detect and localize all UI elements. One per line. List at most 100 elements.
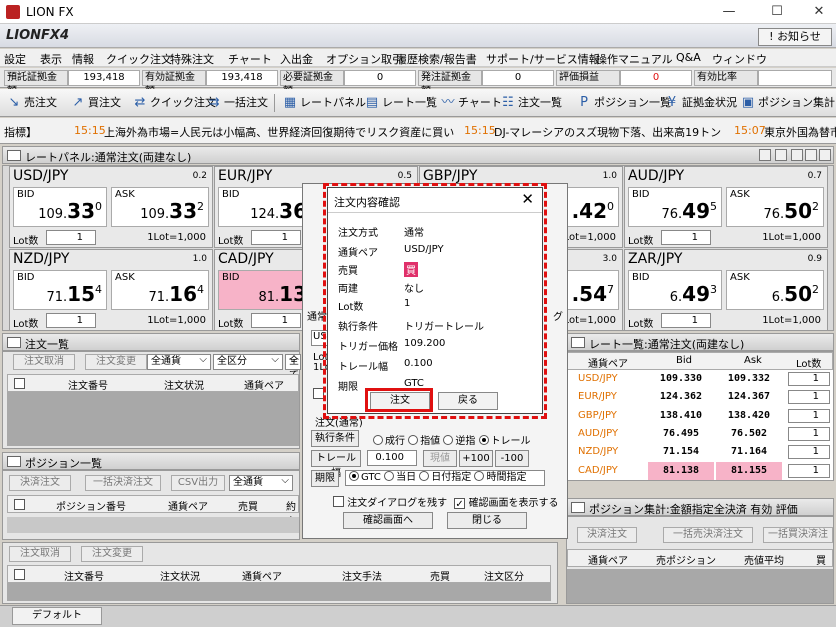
bid-sell-button[interactable]: BID 81.13 [218, 270, 312, 310]
to-confirm-button[interactable]: 確認画面へ [343, 512, 433, 529]
ask-cell[interactable]: 76.502 [716, 424, 782, 443]
col-header[interactable]: 注文番号 [64, 568, 104, 583]
link-icon[interactable] [775, 149, 787, 161]
menu-item[interactable]: 履歴検索/報告書 [396, 51, 477, 67]
lot-input[interactable]: 1 [788, 463, 830, 478]
order-change-button[interactable]: 注文変更 [81, 546, 143, 562]
ticker-headline[interactable]: DJ-マレーシアのスズ現物下落、出来高19トン [494, 124, 721, 140]
col-header[interactable]: 注文手法 [342, 568, 382, 583]
rate-panel-button[interactable]: ▦ レートパネル [282, 95, 366, 111]
col-header[interactable]: Bid [676, 355, 692, 366]
menu-item[interactable]: 情報 [72, 51, 94, 67]
trail-width-input[interactable]: 0.100 [367, 450, 417, 466]
buy-order-button[interactable]: ↗ 買注文 [70, 95, 121, 111]
bid-sell-button[interactable]: BID 6.493 [628, 270, 722, 310]
position-list-button[interactable]: P ポジション一覧 [576, 95, 671, 111]
menu-item[interactable]: ウィンドウ [712, 51, 767, 67]
lot-input[interactable]: 1 [251, 230, 301, 245]
stop-radio[interactable]: 逆指 [443, 435, 475, 447]
position-summary-button[interactable]: ▣ ポジション集計 [740, 95, 835, 111]
col-header[interactable]: 通貨ペア [588, 355, 628, 370]
ask-buy-button[interactable]: ASK 71.164 [111, 270, 209, 310]
category-select[interactable]: 全区分 [213, 353, 283, 370]
select-all-checkbox[interactable] [14, 569, 25, 580]
minus-100-button[interactable]: -100 [495, 450, 529, 467]
menu-item[interactable]: Q&A [676, 51, 701, 64]
select-all-checkbox[interactable] [14, 378, 25, 389]
show-confirm-checkbox[interactable]: ✓ [454, 498, 466, 510]
ask-buy-button[interactable]: ASK 76.502 [726, 187, 824, 227]
rate-list-button[interactable]: ▤ レート一覧 [364, 95, 437, 111]
maximize-button[interactable]: ☐ [762, 2, 792, 22]
lot-input[interactable]: 1 [661, 230, 711, 245]
currency-select[interactable]: 全通貨 [147, 353, 211, 370]
col-header[interactable]: Ask [744, 355, 762, 366]
quick-order-button[interactable]: ⇄ クイック注文 [132, 95, 216, 111]
col-header[interactable]: 売ポジション [656, 552, 716, 567]
menu-item[interactable]: 操作マニュアル [596, 51, 673, 67]
lot-input[interactable]: 1 [788, 372, 830, 386]
ask-cell[interactable]: 71.164 [716, 443, 782, 462]
bulk-close-button[interactable]: 一括決済注文 [85, 475, 161, 491]
sell-order-button[interactable]: ↘ 売注文 [6, 95, 57, 111]
col-header[interactable]: Lot数 [796, 355, 821, 370]
lot-input[interactable]: 1 [46, 230, 96, 245]
bid-sell-button[interactable]: BID 109.330 [13, 187, 107, 227]
col-header[interactable]: 売値平均 [744, 552, 784, 567]
close-window-button[interactable]: ✕ [804, 2, 834, 22]
bid-cell[interactable]: 71.154 [648, 443, 714, 462]
col-header[interactable]: 通貨ペア [242, 568, 282, 583]
ask-cell[interactable]: 109.332 [716, 370, 782, 388]
panel-close-button[interactable] [819, 149, 831, 161]
keep-dialog-checkbox[interactable] [333, 496, 344, 507]
lot-input[interactable]: 1 [46, 313, 96, 328]
settings-gear-icon[interactable] [759, 149, 771, 161]
gtc-radio[interactable]: GTC [349, 471, 381, 483]
col-header[interactable]: ポジション番号 [56, 498, 126, 513]
bulk-sell-close-button[interactable]: 一括売決済注文 [663, 527, 753, 543]
ticker-headline[interactable]: 上海外為市場=人民元は小幅高、世界経済回復期待でリスク資産に買い [104, 124, 454, 140]
menu-item[interactable]: オプション取引 [326, 51, 403, 67]
notice-button[interactable]: ! お知らせ [758, 28, 832, 46]
pin-icon[interactable] [791, 149, 803, 161]
bid-sell-button[interactable]: BID 124.36 [218, 187, 312, 227]
bid-sell-button[interactable]: BID 71.154 [13, 270, 107, 310]
col-header[interactable]: 買 [816, 552, 826, 567]
col-header[interactable]: 通貨ペア [588, 552, 628, 567]
position-scrollbar[interactable] [7, 517, 299, 533]
col-header[interactable]: 売買 [430, 568, 450, 583]
bid-cell[interactable]: 81.138 [648, 461, 714, 480]
lot-input[interactable]: 1 [788, 445, 830, 460]
order-cancel-button[interactable]: 注文取消 [9, 546, 71, 562]
col-header[interactable]: 注文区分 [484, 568, 524, 583]
limit-radio[interactable]: 指値 [408, 435, 440, 447]
col-header[interactable]: 通貨ペア [168, 498, 208, 513]
chart-button[interactable]: 〰チャート [440, 95, 501, 111]
order-change-button[interactable]: 注文変更 [85, 354, 147, 370]
bid-sell-button[interactable]: BID 76.495 [628, 187, 722, 227]
bid-cell[interactable]: 109.330 [648, 370, 714, 388]
date-radio[interactable]: 日付指定 [419, 471, 471, 483]
ask-cell[interactable]: 124.367 [716, 388, 782, 407]
time-radio[interactable]: 時間指定 [474, 471, 526, 483]
col-header[interactable]: 注文番号 [68, 377, 108, 392]
lot-input[interactable]: 1 [251, 313, 301, 328]
ask-buy-button[interactable]: ASK 109.332 [111, 187, 209, 227]
current-price-button[interactable]: 現値 [423, 450, 457, 467]
ask-cell[interactable]: 138.420 [716, 406, 782, 425]
bulk-buy-close-button[interactable]: 一括買決済注 [763, 527, 833, 543]
ticker-headline[interactable]: 東京外国為替市 [764, 124, 836, 140]
position-currency-select[interactable]: 全通貨 [229, 474, 293, 491]
bid-cell[interactable]: 76.495 [648, 424, 714, 443]
col-header[interactable]: 注文状況 [164, 377, 204, 392]
ask-buy-button[interactable]: ASK 6.502 [726, 270, 824, 310]
lot-input[interactable]: 1 [788, 426, 830, 441]
margin-status-button[interactable]: ¥ 証拠金状況 [664, 95, 737, 111]
bid-cell[interactable]: 138.410 [648, 406, 714, 425]
col-header[interactable]: 売買 [238, 498, 258, 513]
menu-item[interactable]: チャート [228, 51, 272, 67]
close-order-button[interactable]: 決済注文 [9, 475, 71, 491]
default-workspace-tab[interactable]: デフォルト [12, 607, 102, 625]
lot-input[interactable]: 1 [661, 313, 711, 328]
menu-item[interactable]: 特殊注文 [170, 51, 214, 67]
